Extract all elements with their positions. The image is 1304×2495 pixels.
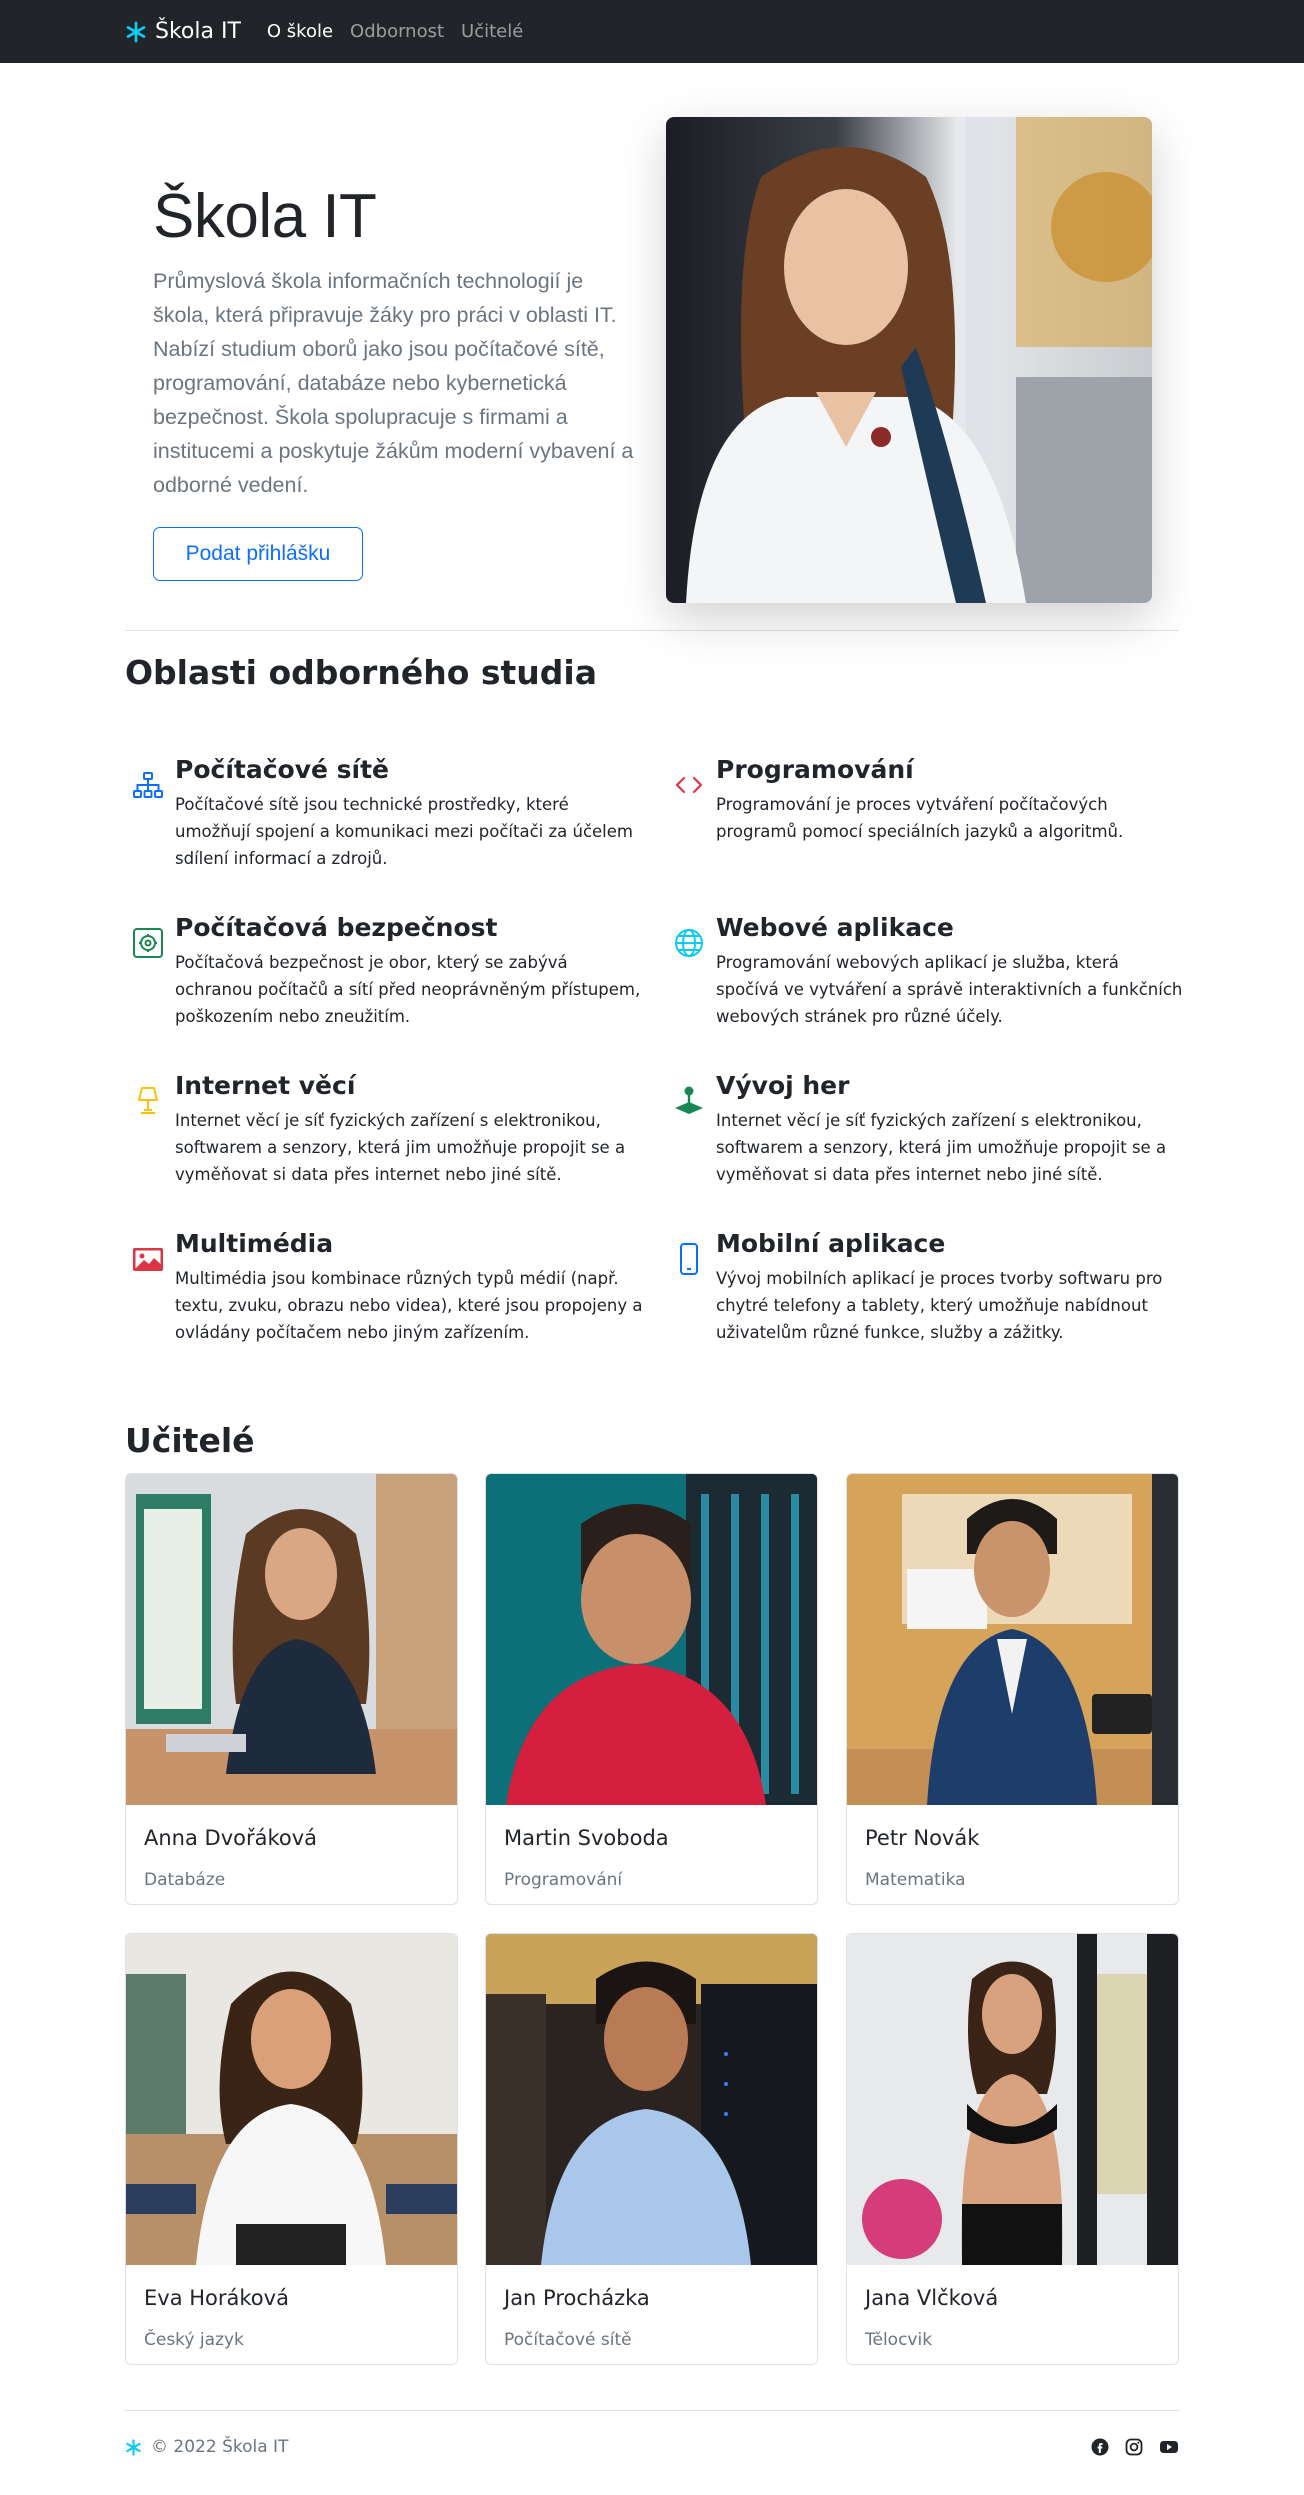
feature-title: Webové aplikace bbox=[716, 913, 954, 942]
feature-description: Vývoj mobilních aplikací je proces tvorb… bbox=[716, 1269, 1163, 1342]
image-icon bbox=[133, 1248, 163, 1271]
teacher-subject: Tělocvik bbox=[865, 2330, 933, 2350]
study-areas-section: Oblasti odborného studia Počítačové sítě… bbox=[125, 631, 1182, 1421]
teacher-subject: Databáze bbox=[144, 1870, 226, 1890]
feature-title: Mobilní aplikace bbox=[716, 1229, 946, 1258]
asterisk-logo-icon bbox=[126, 20, 146, 43]
teacher-subject: Počítačové sítě bbox=[504, 2330, 632, 2350]
network-icon bbox=[133, 772, 163, 798]
safe-icon bbox=[133, 928, 163, 958]
teachers-section: Učitelé Anna Dvořáková Databáze Martin S… bbox=[125, 1421, 1179, 2410]
apply-button[interactable]: Podat přihlášku bbox=[153, 527, 363, 581]
study-areas-heading: Oblasti odborného studia bbox=[125, 653, 597, 692]
teacher-name: Petr Novák bbox=[865, 1826, 980, 1850]
teachers-heading: Učitelé bbox=[125, 1421, 255, 1460]
hero-lead-text: Průmyslová škola informačních technologi… bbox=[153, 269, 634, 497]
teacher-subject: Programování bbox=[504, 1870, 623, 1890]
lamp-icon bbox=[138, 1087, 158, 1114]
globe-icon bbox=[675, 929, 703, 957]
feature-description: Programování webových aplikací je služba… bbox=[716, 953, 1183, 1026]
feature-title: Vývoj her bbox=[716, 1071, 850, 1100]
teacher-subject: Matematika bbox=[865, 1870, 966, 1890]
footer-copyright: © 2022 Škola IT bbox=[151, 2437, 289, 2457]
nav-link-odbornost[interactable]: Odbornost bbox=[350, 21, 444, 42]
feature-title: Multimédia bbox=[175, 1229, 334, 1258]
code-icon bbox=[675, 776, 703, 794]
feature-description: Internet věcí je síť fyzických zařízení … bbox=[175, 1111, 626, 1184]
teacher-photo bbox=[126, 1934, 457, 2265]
nav-link-ucitele[interactable]: Učitelé bbox=[461, 21, 523, 42]
facebook-icon[interactable] bbox=[1091, 2438, 1109, 2456]
joystick-icon bbox=[675, 1086, 703, 1114]
feature-title: Počítačové sítě bbox=[175, 755, 390, 784]
hero-student-photo bbox=[666, 117, 1152, 603]
hero-section: Škola IT Průmyslová škola informačních t… bbox=[125, 63, 1179, 631]
teacher-name: Jana Vlčková bbox=[865, 2286, 999, 2310]
teacher-card[interactable]: Eva Horáková Český jazyk bbox=[125, 1933, 458, 2365]
teacher-card[interactable]: Martin Svoboda Programování bbox=[485, 1473, 818, 1905]
feature-description: Počítačové sítě jsou technické prostředk… bbox=[175, 795, 633, 868]
teacher-card[interactable]: Jan Procházka Počítačové sítě bbox=[485, 1933, 818, 2365]
youtube-icon[interactable] bbox=[1159, 2438, 1179, 2456]
phone-icon bbox=[680, 1243, 698, 1275]
teacher-photo bbox=[486, 1934, 817, 2265]
teacher-photo bbox=[126, 1474, 457, 1805]
teacher-name: Eva Horáková bbox=[144, 2286, 289, 2310]
teacher-photo bbox=[486, 1474, 817, 1805]
feature-title: Programování bbox=[716, 755, 914, 784]
nav-link-o-skole[interactable]: O škole bbox=[267, 21, 333, 42]
teacher-name: Anna Dvořáková bbox=[144, 1826, 318, 1850]
teacher-card[interactable]: Anna Dvořáková Databáze bbox=[125, 1473, 458, 1905]
brand-name: Škola IT bbox=[155, 19, 241, 44]
teacher-card[interactable]: Jana Vlčková Tělocvik bbox=[846, 1933, 1179, 2365]
feature-description: Počítačová bezpečnost je obor, který se … bbox=[175, 953, 641, 1026]
teacher-photo bbox=[847, 1474, 1178, 1805]
feature-description: Multimédia jsou kombinace různých typů m… bbox=[175, 1269, 643, 1342]
teacher-name: Jan Procházka bbox=[504, 2286, 650, 2310]
hero-title: Škola IT bbox=[153, 182, 377, 251]
feature-title: Internet věcí bbox=[175, 1071, 356, 1100]
teacher-subject: Český jazyk bbox=[144, 2330, 244, 2350]
navbar: Škola IT O škole Odbornost Učitelé bbox=[0, 0, 1304, 63]
teacher-photo bbox=[847, 1934, 1178, 2265]
feature-description: Programování je proces vytváření počítač… bbox=[716, 795, 1124, 841]
asterisk-logo-icon[interactable] bbox=[125, 2438, 142, 2456]
teacher-name: Martin Svoboda bbox=[504, 1826, 669, 1850]
teacher-card[interactable]: Petr Novák Matematika bbox=[846, 1473, 1179, 1905]
brand-link[interactable]: Škola IT bbox=[125, 19, 241, 44]
feature-description: Internet věcí je síť fyzických zařízení … bbox=[716, 1111, 1167, 1184]
footer: © 2022 Škola IT bbox=[125, 2410, 1179, 2495]
instagram-icon[interactable] bbox=[1125, 2438, 1143, 2456]
feature-title: Počítačová bezpečnost bbox=[175, 913, 498, 942]
